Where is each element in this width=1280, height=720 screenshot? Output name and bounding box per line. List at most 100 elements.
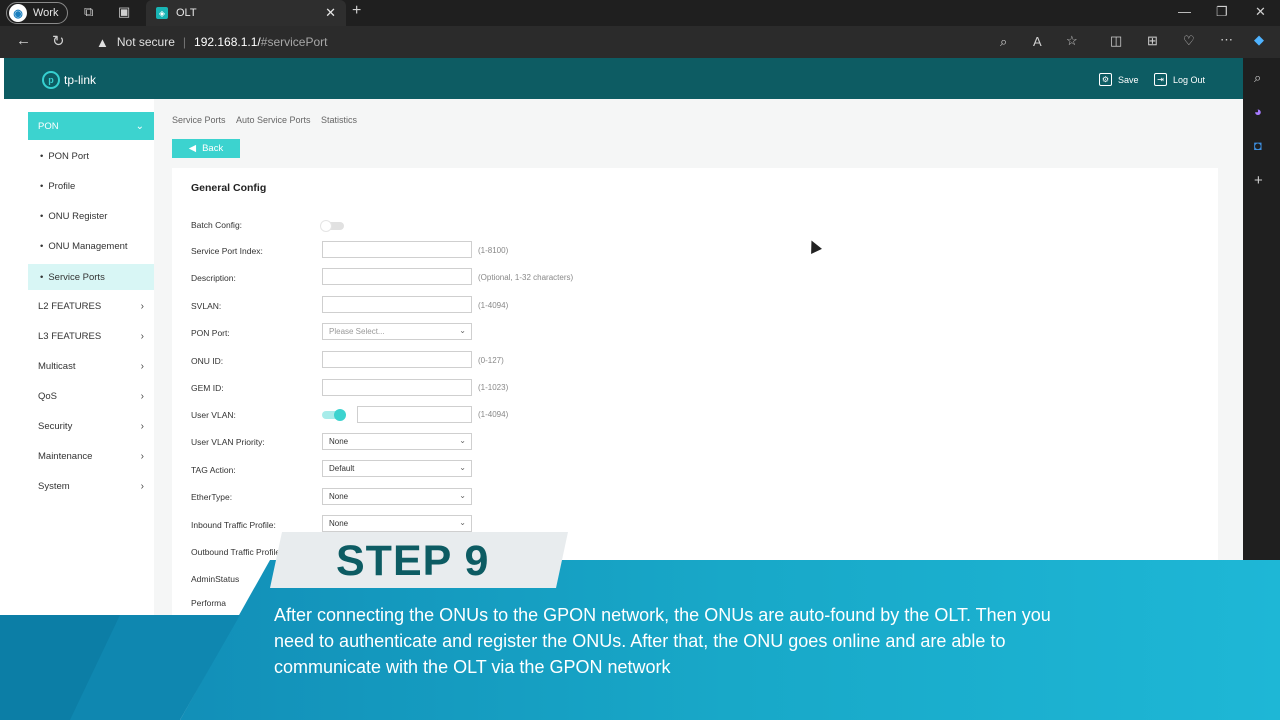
minimize-icon[interactable]: — bbox=[1178, 4, 1191, 19]
read-aloud-icon[interactable]: A bbox=[1033, 34, 1042, 49]
sidebar-subitem-onu-management[interactable]: • ONU Management bbox=[28, 234, 154, 258]
profile-button[interactable]: ◉ Work bbox=[6, 2, 68, 24]
service-port-index-hint: (1-8100) bbox=[478, 246, 509, 255]
collections-icon[interactable]: ⊞ bbox=[1147, 33, 1158, 49]
browser-tab-bar: ◉ Work ⧉ ▣ ◈ OLT ✕ + — ❐ ✕ bbox=[0, 0, 1280, 26]
toggle-knob bbox=[320, 220, 332, 232]
tab-actions-icon[interactable]: ▣ bbox=[118, 4, 130, 20]
url-bar[interactable]: ▲ Not secure | 192.168.1.1/#servicePort bbox=[84, 30, 1094, 54]
sidebar-item-multicast[interactable]: Multicast › bbox=[28, 352, 154, 380]
chevron-right-icon: › bbox=[140, 450, 144, 462]
user-vlan-toggle[interactable] bbox=[322, 409, 346, 421]
sidebar-item-label: QoS bbox=[38, 390, 58, 402]
panel-title: General Config bbox=[191, 182, 267, 194]
tab-olt[interactable]: ◈ OLT ✕ bbox=[146, 0, 346, 26]
description-input[interactable] bbox=[322, 268, 472, 285]
batch-config-toggle[interactable] bbox=[320, 220, 344, 232]
chevron-right-icon: › bbox=[140, 390, 144, 402]
sidebar-subitem-service-ports[interactable]: • Service Ports bbox=[28, 264, 154, 290]
close-window-icon[interactable]: ✕ bbox=[1255, 4, 1266, 20]
tab-statistics[interactable]: Statistics bbox=[321, 115, 357, 125]
chevron-right-icon: › bbox=[140, 300, 144, 312]
sidebar-item-security[interactable]: Security › bbox=[28, 412, 154, 440]
workspaces-icon[interactable]: ⧉ bbox=[84, 4, 93, 20]
onu-id-label: ONU ID: bbox=[191, 356, 224, 366]
logout-label: Log Out bbox=[1173, 74, 1206, 85]
app-header: p tp-link ⚙ Save ⇥ Log Out bbox=[4, 58, 1243, 99]
zoom-icon[interactable]: ⌕ bbox=[1000, 34, 1007, 50]
svlan-input[interactable] bbox=[322, 296, 472, 313]
back-arrow-icon[interactable]: ← bbox=[16, 32, 31, 49]
sidebar-item-l3-features[interactable]: L3 FEATURES › bbox=[28, 322, 154, 350]
favorite-star-icon[interactable]: ☆ bbox=[1066, 33, 1078, 49]
m365-icon[interactable]: ◕ bbox=[1254, 104, 1262, 119]
sidebar-subitem-pon-port[interactable]: • PON Port bbox=[28, 144, 154, 168]
selected-value: Default bbox=[329, 464, 355, 473]
sidebar-item-label: Service Ports bbox=[48, 271, 105, 283]
service-port-index-label: Service Port Index: bbox=[191, 246, 263, 256]
tplink-logo: p tp-link bbox=[42, 71, 96, 89]
new-tab-icon[interactable]: + bbox=[352, 2, 361, 20]
inbound-profile-label: Inbound Traffic Profile: bbox=[191, 520, 276, 530]
sidebar-item-system[interactable]: System › bbox=[28, 472, 154, 500]
sidebar-subitem-profile[interactable]: • Profile bbox=[28, 174, 154, 198]
user-vlan-label: User VLAN: bbox=[191, 410, 236, 420]
user-vlan-hint: (1-4094) bbox=[478, 410, 509, 419]
sidebar-subitem-onu-register[interactable]: • ONU Register bbox=[28, 204, 154, 228]
step-caption: After connecting the ONUs to the GPON ne… bbox=[274, 605, 1051, 677]
logo-text: tp-link bbox=[64, 73, 97, 87]
maximize-icon[interactable]: ❐ bbox=[1216, 4, 1228, 20]
add-sidebar-app-icon[interactable]: + bbox=[1254, 172, 1263, 189]
onu-id-hint: (0-127) bbox=[478, 356, 504, 365]
sidebar-item-maintenance[interactable]: Maintenance › bbox=[28, 442, 154, 470]
chevron-down-icon: ⌄ bbox=[459, 436, 466, 445]
outlook-icon[interactable]: ◘ bbox=[1254, 138, 1262, 153]
refresh-icon[interactable]: ↻ bbox=[52, 32, 65, 50]
sidebar-item-label: ONU Management bbox=[48, 240, 128, 252]
service-port-index-input[interactable] bbox=[322, 241, 472, 258]
browser-address-bar: ← ↻ ▲ Not secure | 192.168.1.1/#serviceP… bbox=[0, 26, 1280, 58]
more-menu-icon[interactable]: ⋯ bbox=[1220, 32, 1233, 48]
user-vlan-input[interactable] bbox=[357, 406, 472, 423]
close-tab-icon[interactable]: ✕ bbox=[325, 5, 336, 21]
inbound-profile-select[interactable]: None ⌄ bbox=[322, 515, 472, 532]
sidebar-item-l2-features[interactable]: L2 FEATURES › bbox=[28, 292, 154, 320]
chevron-down-icon: ⌄ bbox=[459, 463, 466, 472]
tab-auto-service-ports[interactable]: Auto Service Ports bbox=[236, 115, 311, 125]
profile-label: Work bbox=[33, 7, 59, 19]
warning-icon: ▲ bbox=[96, 34, 109, 50]
tplink-logo-icon: p bbox=[42, 71, 60, 89]
ethertype-select[interactable]: None ⌄ bbox=[322, 488, 472, 505]
gem-id-label: GEM ID: bbox=[191, 383, 224, 393]
ethertype-label: EtherType: bbox=[191, 492, 233, 502]
tag-action-label: TAG Action: bbox=[191, 465, 236, 475]
logout-button[interactable]: ⇥ Log Out bbox=[1154, 73, 1205, 86]
user-vlan-priority-select[interactable]: None ⌄ bbox=[322, 433, 472, 450]
tag-action-select[interactable]: Default ⌄ bbox=[322, 460, 472, 477]
sidebar-item-pon[interactable]: PON ⌄ bbox=[28, 112, 154, 140]
svlan-label: SVLAN: bbox=[191, 301, 222, 311]
onu-id-input[interactable] bbox=[322, 351, 472, 368]
tplink-favicon-icon: ◈ bbox=[156, 7, 168, 19]
browser-essentials-icon[interactable]: ♡ bbox=[1183, 33, 1195, 49]
batch-config-label: Batch Config: bbox=[191, 220, 243, 230]
url-host: 192.168.1.1/ bbox=[194, 35, 261, 49]
sidebar-item-label: Maintenance bbox=[38, 450, 93, 462]
sidebar-nav: PON ⌄ • PON Port • Profile • ONU Register •… bbox=[4, 99, 154, 615]
gem-id-input[interactable] bbox=[322, 379, 472, 396]
security-label: Not secure bbox=[116, 35, 175, 49]
save-button[interactable]: ⚙ Save bbox=[1099, 73, 1139, 86]
save-icon: ⚙ bbox=[1099, 73, 1112, 86]
toggle-knob bbox=[334, 409, 346, 421]
pon-port-select[interactable]: Please Select... ⌄ bbox=[322, 323, 472, 340]
sidebar-item-label: PON Port bbox=[48, 150, 89, 162]
back-button[interactable]: ◀ Back bbox=[172, 139, 240, 158]
split-screen-icon[interactable]: ◫ bbox=[1110, 33, 1122, 49]
sidebar-item-qos[interactable]: QoS › bbox=[28, 382, 154, 410]
user-vlan-priority-label: User VLAN Priority: bbox=[191, 437, 265, 447]
tab-service-ports[interactable]: Service Ports bbox=[172, 115, 226, 125]
search-icon[interactable]: ⌕ bbox=[1254, 70, 1261, 86]
chevron-down-icon: ⌄ bbox=[459, 491, 466, 500]
back-label: Back bbox=[202, 143, 224, 154]
copilot-icon[interactable]: ◆ bbox=[1254, 32, 1264, 48]
